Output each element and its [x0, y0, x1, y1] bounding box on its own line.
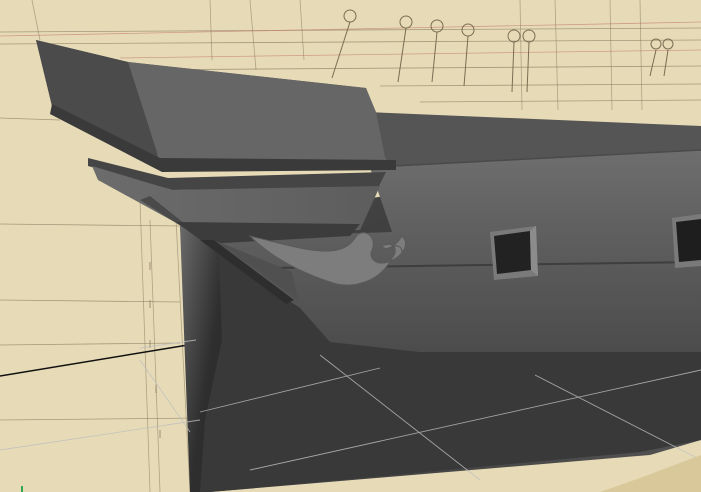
3d-viewport[interactable]	[0, 0, 701, 492]
viewport-canvas[interactable]	[0, 0, 701, 492]
gun-port[interactable]	[490, 226, 538, 280]
gun-port[interactable]	[672, 214, 701, 268]
